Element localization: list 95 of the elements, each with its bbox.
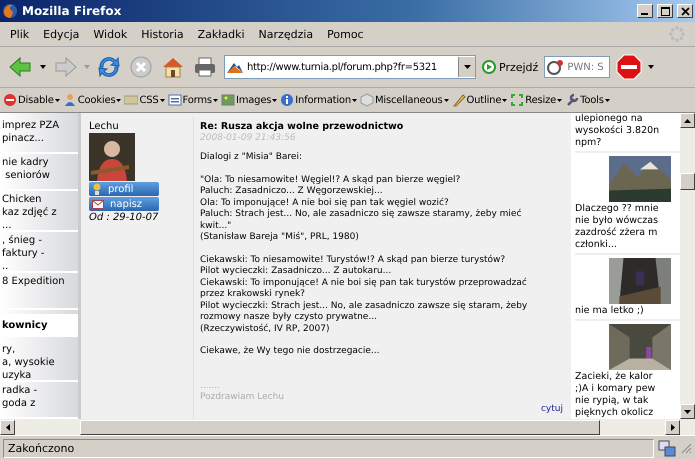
caret-icon — [502, 98, 508, 102]
caret-icon — [54, 98, 60, 102]
resize-grip-icon — [680, 442, 692, 454]
info-icon — [280, 93, 294, 107]
pencil-icon — [452, 93, 466, 107]
firefox-icon — [2, 3, 18, 19]
dropdown-button[interactable] — [458, 57, 475, 77]
status-text: Zakończono — [3, 438, 654, 458]
scroll-right-button[interactable] — [665, 420, 680, 434]
search-field[interactable]: PWN: S — [544, 56, 610, 78]
scrollbar-thumb[interactable] — [680, 172, 695, 190]
scroll-up-button[interactable] — [680, 113, 695, 128]
sidebar-item[interactable]: kownicy — [0, 314, 78, 338]
caret-icon[interactable] — [40, 65, 46, 69]
menu-item[interactable]: Widok — [93, 28, 128, 40]
scroll-left-button[interactable] — [0, 420, 15, 434]
stop-icon — [128, 55, 154, 79]
site-icon — [227, 61, 243, 73]
form-icon — [168, 93, 182, 107]
toolbar-menu-button[interactable]: Resize — [510, 93, 562, 107]
caret-icon — [352, 98, 357, 102]
toolbar-menu-button[interactable]: Information — [280, 93, 357, 107]
cube-icon — [360, 93, 374, 107]
toolbar-menu-button[interactable]: Tools — [565, 93, 610, 107]
menu-item[interactable]: Narzędzia — [258, 28, 314, 40]
maximize-button[interactable] — [657, 4, 673, 18]
toolbar-menu-button[interactable]: Cookies — [62, 93, 122, 107]
search-engine-icon[interactable] — [547, 59, 566, 75]
print-button[interactable] — [192, 55, 218, 79]
post-paragraph: "Ola: To niesamowite! Węgiel!? A skąd pan bierze węgiel? Paluch: Zasadniczo... Z Węgorzewskiej... Ola: To imponujące! A nie boi się pan tak węgiel wozić? Paluch: Strach jest... No, ale zasadniczo się zawsze staramy, żeby mieć kwit..." (Stanisław Bareja "Miś", PRL, 1980) — [200, 174, 522, 244]
join-date: Od : 29-10-07 — [89, 212, 160, 223]
caret-icon — [160, 98, 165, 102]
reload-button[interactable] — [96, 55, 122, 79]
envelope-icon — [92, 199, 104, 209]
play-icon — [482, 60, 496, 74]
menu-item[interactable]: Plik — [10, 28, 30, 40]
caret-icon — [557, 98, 562, 102]
post-paragraph: Ciekawski: To niesamowite! Turystów!? A skąd pan bierze turystów? Pilot wycieczki: Zasadniczo... Z autokaru... Ciekawski: To imponujące! A nie boi się pan tak turystów przeprowadzać przez krakowski rynek? Pilot wycieczki: Strach jest... No, ale zasadniczo zawsze się staram, żeby rozmowy nasze były czysto prywatne... (Rzeczywistość, IV RP, 2007) — [200, 254, 528, 335]
window-title: Mozilla Firefox — [22, 4, 122, 18]
caret-icon — [272, 98, 278, 102]
stop-sign-icon — [616, 54, 642, 80]
caret-icon — [212, 98, 218, 102]
close-icon — [680, 6, 690, 16]
post-paragraph: Dialogi z "Misia" Barei: — [200, 152, 303, 164]
toolbar-menu-button[interactable]: CSS — [124, 93, 165, 107]
left-arrow-icon — [6, 424, 10, 430]
post-title: Re: Rusza akcja wolne przewodnictwo — [200, 121, 404, 132]
toolbar-menu-button[interactable]: Outline — [452, 93, 508, 107]
reload-icon — [96, 55, 122, 79]
caret-icon — [116, 98, 122, 102]
scroll-down-button[interactable] — [680, 404, 695, 419]
minimize-button[interactable] — [637, 4, 653, 18]
resize-icon — [510, 93, 524, 107]
toolbar-menu-button[interactable]: Miscellaneous — [360, 93, 448, 107]
menu-item[interactable]: Pomoc — [327, 28, 364, 40]
toolbar-menu-button[interactable]: Forms — [168, 93, 218, 107]
person-icon — [62, 93, 77, 107]
sidebar-item[interactable]: nie kadry seniorów — [0, 154, 78, 191]
post-paragraph: Ciekawe, że Wy tego nie dostrzegacie... — [200, 346, 381, 358]
throbber-icon — [669, 26, 685, 42]
css-icon — [124, 93, 138, 107]
sidebar-item[interactable]: , śnieg - faktury - .. — [0, 232, 78, 273]
profile-button[interactable]: profil — [89, 182, 159, 196]
adblock-button[interactable] — [616, 54, 642, 80]
menu-item[interactable]: Zakładki — [198, 28, 245, 40]
wrench-icon — [565, 93, 580, 107]
printer-icon — [192, 55, 218, 79]
user-icon — [92, 183, 102, 195]
toolbar-menu-button[interactable]: Disable — [3, 93, 60, 107]
stop-button[interactable] — [128, 55, 154, 79]
sidebar-item[interactable]: imprez PZA pinacz... — [0, 117, 78, 154]
caret-icon — [604, 98, 610, 102]
caret-icon — [444, 98, 448, 102]
disable-icon — [3, 93, 17, 107]
quote-link[interactable]: cytuj — [540, 404, 563, 415]
toolbar-menu-button[interactable]: Images — [220, 93, 278, 107]
sidebar-item[interactable]: 8 Expedition — [0, 272, 78, 310]
network-icon — [658, 440, 676, 456]
maximize-icon — [660, 6, 670, 16]
signature: ....... Pozdrawiam Lechu — [200, 380, 286, 404]
sidebar-item[interactable]: Chicken kaz zdjęć z ... — [0, 191, 78, 232]
menu-item[interactable]: Edycja — [43, 28, 80, 40]
right-arrow-icon — [670, 424, 674, 430]
scrollbar-thumb[interactable] — [80, 420, 600, 434]
caret-icon[interactable] — [648, 65, 654, 69]
go-button[interactable]: Przejdź — [482, 60, 538, 74]
author-name: Lechu — [89, 121, 120, 132]
menu-item[interactable]: Historia — [141, 28, 184, 40]
down-arrow-icon — [684, 410, 691, 414]
close-button[interactable] — [677, 4, 693, 18]
message-button[interactable]: napisz — [89, 197, 159, 211]
image-icon — [220, 93, 235, 107]
up-arrow-icon — [684, 118, 691, 122]
address-field[interactable]: http://www.turnia.pl/forum.php?fr=5321 — [224, 55, 476, 79]
caret-icon — [464, 65, 470, 69]
